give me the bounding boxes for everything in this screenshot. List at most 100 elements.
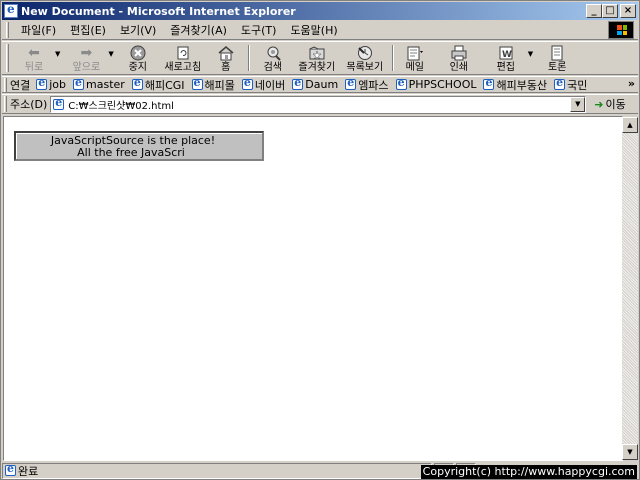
refresh-icon [173,44,193,62]
toolbar-separator [247,45,250,71]
favorites-button[interactable]: 즐겨찾기 [292,42,342,74]
ie-page-icon [395,77,407,90]
edit-dropdown-icon[interactable]: ▼ [528,50,533,58]
link-empas[interactable]: 엠파스 [345,77,389,92]
home-label: 홈 [221,62,231,73]
link-label: 해피부동산 [496,78,548,92]
vertical-scrollbar[interactable]: ▲ ▼ [622,117,638,460]
svg-text:W: W [502,50,512,60]
home-button[interactable]: 홈 [208,42,244,74]
go-button[interactable]: ➜ 이동 [594,96,625,112]
edit-label: 편집 [496,62,515,73]
ie-page-icon [483,77,495,90]
ie-page-icon [131,77,143,90]
discuss-button[interactable]: 토론 [539,42,575,74]
address-dropdown-icon[interactable]: ▼ [570,96,586,112]
toolbar-grip[interactable] [6,44,9,72]
link-label: job [49,78,67,91]
link-label: 해피몰 [204,78,235,92]
address-label[interactable]: 주소(D) [10,96,47,112]
scrolling-text-line-2: All the free JavaScri [77,146,185,159]
link-naver[interactable]: 네이버 [241,77,286,92]
print-button[interactable]: 인쇄 [432,42,486,74]
forward-button[interactable]: ➡ 앞으로 [64,42,108,74]
refresh-label: 새로고침 [164,62,202,73]
discuss-label: 토론 [547,62,567,73]
link-label: 네이버 [254,78,286,92]
ie-page-icon [53,96,65,110]
link-label: 해피CGI [144,78,185,92]
ie-page-icon [345,77,357,90]
mail-icon [405,44,425,62]
ie-page-icon [292,77,304,90]
ie-page-icon [73,77,85,90]
standard-toolbar: ⬅ 뒤로 ▼ ➡ 앞으로 ▼ 중지 새로고침 홈 검색 즐겨찾기 목록보기 메일… [2,41,638,75]
forward-dropdown-icon[interactable]: ▼ [108,50,113,58]
link-happycgi[interactable]: 해피CGI [131,77,185,92]
page-content[interactable]: JavaScriptSource is the place! All the f… [3,116,623,461]
address-value[interactable]: C:₩스크린샷₩02.html [68,97,174,112]
ie-page-icon [5,462,16,476]
link-kookmin[interactable]: 국민 [554,77,588,92]
search-button[interactable]: 검색 [254,42,292,74]
links-bar: 연결 job master 해피CGI 해피몰 네이버 Daum 엠파스 PHP… [2,76,638,93]
back-button[interactable]: ⬅ 뒤로 [13,42,55,74]
copyright-watermark: Copyright(c) http://www.happycgi.com [420,465,637,479]
discuss-icon [547,44,567,62]
windows-logo-icon [608,21,634,39]
close-button[interactable]: × [620,4,636,18]
window-title: New Document - Microsoft Internet Explor… [21,4,296,18]
link-master[interactable]: master [73,77,125,91]
stop-icon [128,44,148,62]
back-dropdown-icon[interactable]: ▼ [55,50,60,58]
ie-page-icon [241,77,253,90]
link-phpschool[interactable]: PHPSCHOOL [395,77,476,91]
history-button[interactable]: 목록보기 [342,42,388,74]
menu-bar: 파일(F) 편집(E) 보기(V) 즐겨찾기(A) 도구(T) 도움말(H) [2,20,638,40]
link-label: master [86,78,125,91]
link-job[interactable]: job [36,77,67,91]
search-label: 검색 [263,62,282,73]
minimize-button[interactable]: _ [586,4,602,18]
menu-edit[interactable]: 편집(E) [64,22,114,38]
links-overflow-chevron[interactable]: » [628,77,635,90]
stop-button[interactable]: 중지 [118,42,158,74]
menu-help[interactable]: 도움말(H) [284,22,345,38]
scroll-down-icon[interactable]: ▼ [622,444,638,460]
print-label: 인쇄 [449,62,468,73]
link-happy-realestate[interactable]: 해피부동산 [483,77,548,92]
addressbar-grip[interactable] [4,96,7,112]
maximize-button[interactable]: □ [602,4,618,18]
links-label[interactable]: 연결 [10,77,30,92]
link-daum[interactable]: Daum [292,77,339,91]
edit-button[interactable]: W 편집 [486,42,526,74]
menubar-grip[interactable] [6,21,9,38]
ie-page-icon [554,77,566,90]
ie-page-icon [36,77,48,90]
mail-label: 메일 [405,62,424,73]
scroll-up-icon[interactable]: ▲ [622,117,638,133]
menu-favorites[interactable]: 즐겨찾기(A) [164,22,235,38]
link-label: Daum [305,78,339,91]
forward-label: 앞으로 [72,62,101,73]
link-happymall[interactable]: 해피몰 [191,77,235,92]
back-label: 뒤로 [24,62,44,73]
mail-button[interactable]: 메일 [398,42,432,74]
refresh-button[interactable]: 새로고침 [158,42,208,74]
home-icon [216,44,236,62]
menu-tools[interactable]: 도구(T) [235,22,285,38]
address-bar: 주소(D) C:₩스크린샷₩02.html ▼ ➜ 이동 [2,94,638,114]
address-input[interactable]: C:₩스크린샷₩02.html ▼ [50,95,587,113]
link-label: 국민 [567,78,588,92]
menu-file[interactable]: 파일(F) [15,22,64,38]
toolbar-separator [391,45,394,71]
go-label: 이동 [605,98,626,111]
title-bar[interactable]: New Document - Microsoft Internet Explor… [2,2,638,20]
menu-view[interactable]: 보기(V) [114,22,164,38]
scrolling-text-box: JavaScriptSource is the place! All the f… [14,131,264,161]
forward-arrow-icon: ➡ [80,45,93,61]
ie-app-icon[interactable] [4,2,18,18]
search-icon [263,44,283,62]
print-icon [449,44,469,62]
linksbar-grip[interactable] [4,77,7,92]
